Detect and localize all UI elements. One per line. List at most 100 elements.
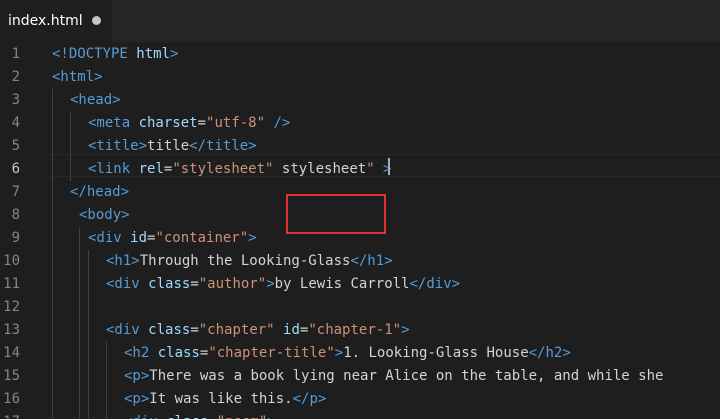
code-text: <body> [79,204,130,227]
code-line-14[interactable]: 14 <h2 class="chapter-title">1. Looking-G… [0,342,720,365]
code-text: <h1>Through the Looking-Glass</h1> [106,250,393,273]
code-token: rel [138,161,164,177]
tab-index-html[interactable]: index.html [0,0,112,42]
code-line-5[interactable]: 5 <title>title</title> [0,135,720,158]
code-token: "container" [155,230,249,246]
code-token: > [334,345,344,361]
code-token: <body> [79,207,130,223]
code-token: html [136,46,171,62]
code-text: <div class="chapter" id="chapter-1"> [106,319,410,342]
code-token: </title> [189,138,257,154]
code-line-6[interactable]: 6 <link rel="stylesheet" stylesheet" > [0,158,720,181]
code-token: "chapter-title" [208,345,335,361]
code-editor[interactable]: 1 <!DOCTYPE html> 2 <html> 3 <head> 4 <meta cha… [0,42,720,419]
code-text: <p>It was like this.</p> [124,388,326,411]
indent-guide [79,227,80,419]
code-token: id [283,322,300,338]
code-token: </h2> [528,345,571,361]
line-number: 17 [0,411,20,419]
line-number: 13 [3,322,20,338]
code-text: <!DOCTYPE html> [52,43,178,66]
code-token: title [147,138,190,154]
unsaved-dot-icon[interactable] [92,16,101,25]
code-token: <h2 [124,345,158,361]
code-text: <head> [70,89,121,112]
code-token: <h1> [106,253,140,269]
code-text: <h2 class="chapter-title">1. Looking-Gla… [124,342,571,365]
indent-guide [88,250,89,419]
code-token: There was a book lying near Alice on the… [149,368,664,384]
code-line-13[interactable]: 13 <div class="chapter" id="chapter-1"> [0,319,720,342]
code-token: <p> [124,368,150,384]
code-token: class [157,345,200,361]
line-number: 7 [11,184,20,200]
code-line-10[interactable]: 10 <h1>Through the Looking-Glass</h1> [0,250,720,273]
code-text: </head> [70,181,129,204]
code-line-16[interactable]: 16 <p>It was like this.</p> [0,388,720,411]
code-text: <title>title</title> [88,135,257,158]
line-number: 11 [3,276,20,292]
code-line-2[interactable]: 2 <html> [0,66,720,89]
line-number: 5 [11,138,20,154]
code-token: <meta [88,115,139,131]
code-text: <div class="author">by Lewis Carroll</di… [106,273,460,296]
code-token: </p> [292,391,327,407]
code-line-15[interactable]: 15 <p>There was a book lying near Alice o… [0,365,720,388]
code-token: > [170,46,179,62]
code-token: <title> [88,138,148,154]
indent-guide [106,342,107,419]
code-token: = [190,276,199,292]
code-token: <!DOCTYPE [52,46,137,62]
code-token: stylesheet [273,161,367,177]
code-token: <div [124,414,166,419]
code-token: <div [106,276,149,292]
code-token: </head> [70,184,130,200]
code-token: > [266,276,275,292]
code-token: = [197,115,207,131]
code-token: "stylesheet" [172,161,274,177]
code-token: > [267,414,275,419]
code-token: = [208,414,216,419]
code-token: " [366,161,375,177]
code-line-1[interactable]: 1 <!DOCTYPE html> [0,43,720,66]
code-text: <link rel="stylesheet" stylesheet" > [88,158,391,181]
line-number: 8 [11,207,20,223]
code-token: </h1> [350,253,393,269]
code-token: "chapter" [198,322,275,338]
text-cursor [388,158,390,175]
code-token: class [148,322,191,338]
code-token: id [130,230,148,246]
code-line-12[interactable]: 12 [0,296,720,319]
code-token: /> [265,115,291,131]
line-number: 1 [11,46,20,62]
annotation-highlight-box [286,194,386,234]
tab-bar: index.html [0,0,720,42]
code-token: <p> [124,391,150,407]
code-token: by Lewis Carroll [274,276,410,292]
code-token: "chapter-1" [308,322,402,338]
code-text: <p>There was a book lying near Alice on … [124,365,663,388]
code-token: <html> [52,69,103,85]
code-line-11[interactable]: 11 <div class="author">by Lewis Carroll</… [0,273,720,296]
line-number: 6 [11,161,20,177]
code-token: Through the Looking-Glass [139,253,351,269]
code-token: class [148,276,191,292]
code-token: > [248,230,257,246]
code-text: <html> [52,66,103,89]
code-line-3[interactable]: 3 <head> [0,89,720,112]
code-token: > [401,322,410,338]
code-token: "poem" [217,414,268,419]
code-line-17[interactable]: 17 <div class="poem"> [0,411,720,419]
tab-title: index.html [8,13,83,29]
line-number: 10 [3,253,20,269]
code-token: <head> [70,92,121,108]
code-token: class [166,414,208,419]
code-line-4[interactable]: 4 <meta charset="utf-8" /> [0,112,720,135]
code-token: <link [88,161,139,177]
code-token: It was like this. [149,391,293,407]
code-text: <meta charset="utf-8" /> [88,112,290,135]
code-token: = [190,322,199,338]
code-token: <div [106,322,149,338]
code-text: <div id="container"> [88,227,257,250]
